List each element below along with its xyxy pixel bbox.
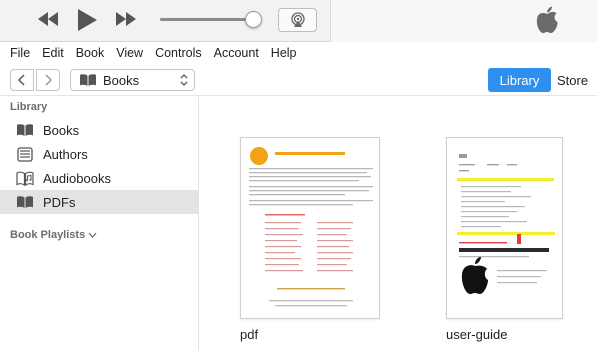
- rewind-icon: [38, 12, 58, 26]
- rewind-button[interactable]: [36, 10, 60, 28]
- sidebar-item-authors[interactable]: Authors: [0, 142, 198, 166]
- chevron-right-icon: [45, 74, 53, 86]
- volume-slider[interactable]: [160, 18, 256, 21]
- user-guide-cover-thumbnail: [457, 154, 555, 294]
- menu-controls[interactable]: Controls: [149, 46, 208, 60]
- media-kind-label: Books: [103, 72, 140, 88]
- sidebar-item-label: Audiobooks: [43, 170, 111, 186]
- airplay-icon: [290, 12, 305, 27]
- tab-library[interactable]: Library: [488, 68, 551, 92]
- menu-view[interactable]: View: [110, 46, 149, 60]
- play-button[interactable]: [76, 7, 98, 33]
- sidebar-item-books[interactable]: Books: [0, 118, 198, 142]
- fast-forward-button[interactable]: [114, 10, 138, 28]
- book-playlists-header[interactable]: Book Playlists: [10, 229, 97, 241]
- pdf-cover-thumbnail: [249, 147, 373, 307]
- menu-help[interactable]: Help: [265, 46, 303, 60]
- back-button[interactable]: [10, 69, 34, 91]
- tab-store[interactable]: Store: [557, 68, 588, 92]
- volume-knob[interactable]: [245, 11, 262, 28]
- book-cover[interactable]: [240, 137, 380, 319]
- book-icon: [16, 194, 34, 210]
- book-title: pdf: [240, 327, 259, 342]
- book-grid: pdf user-guide: [200, 97, 597, 350]
- sidebar-item-audiobooks[interactable]: Audiobooks: [0, 166, 198, 190]
- book-cover[interactable]: [446, 137, 563, 319]
- book-icon: [16, 122, 34, 138]
- menu-account[interactable]: Account: [208, 46, 265, 60]
- sidebar-item-label: Authors: [43, 146, 88, 162]
- navigation-bar: Books Library Store: [0, 64, 597, 96]
- sidebar: Library Books Authors Audiobooks PDFs Bo…: [0, 97, 199, 350]
- airplay-button[interactable]: [278, 8, 317, 32]
- sidebar-section-title: Library: [10, 101, 48, 113]
- media-kind-select[interactable]: Books: [70, 69, 195, 91]
- player-bar: [0, 0, 597, 42]
- chevron-updown-icon: [180, 74, 188, 86]
- menu-bar: File Edit Book View Controls Account Hel…: [0, 43, 597, 63]
- authors-icon: [16, 146, 34, 162]
- book-playlists-label: Book Playlists: [10, 229, 86, 241]
- book-icon: [80, 74, 96, 86]
- chevron-down-icon: [88, 232, 97, 238]
- audiobook-icon: [16, 170, 34, 186]
- chevron-left-icon: [17, 74, 25, 86]
- sidebar-item-label: Books: [43, 122, 80, 138]
- play-icon: [78, 9, 97, 31]
- menu-book[interactable]: Book: [70, 46, 111, 60]
- apple-logo-icon: [534, 5, 560, 38]
- menu-file[interactable]: File: [4, 46, 36, 60]
- fast-forward-icon: [116, 12, 136, 26]
- menu-edit[interactable]: Edit: [36, 46, 70, 60]
- sidebar-item-label: PDFs: [43, 194, 76, 210]
- sidebar-item-pdfs[interactable]: PDFs: [0, 190, 198, 214]
- book-title: user-guide: [446, 327, 508, 342]
- forward-button[interactable]: [36, 69, 60, 91]
